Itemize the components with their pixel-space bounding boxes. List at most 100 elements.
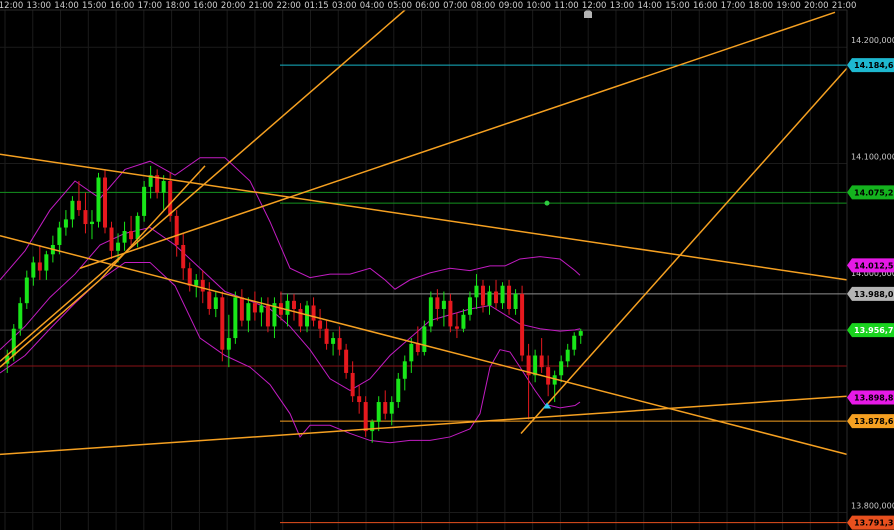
candle-body [239,297,244,321]
price-chart[interactable]: 12:00 13:00 14:00 15:00 16:00 17:00 18:00 16:00… [0,0,894,530]
candle-body [122,231,127,243]
candle-body [233,297,238,339]
candle-body [246,303,251,321]
candle-body [76,200,81,211]
candle-body [415,343,420,353]
price-tag[interactable]: 14.075,236 [847,185,894,200]
price-tag-label: 13.988,010 [854,290,894,299]
candle-body [376,402,381,422]
candle-body [57,227,62,245]
candle-body [363,402,368,432]
candle-body [324,328,329,344]
candle-body [428,297,433,327]
candle-body [494,291,499,304]
candle-body [572,335,577,350]
price-tag[interactable]: 14.184,640 [847,58,894,73]
candle-body [546,367,551,385]
price-tag-label: 14.075,236 [854,188,894,197]
candle-body [109,227,114,251]
candle [363,396,368,437]
candle-body [357,396,362,403]
candle-body [539,355,544,368]
candle-body [461,314,466,329]
candle-body [383,402,388,414]
candle-body [311,305,316,321]
candle-body [70,200,75,220]
signal-dot-icon [544,200,550,206]
candle-body [441,300,446,309]
candle-body [559,361,564,376]
candle-body [344,349,349,373]
candle-body [292,300,296,309]
candle-body [174,215,179,245]
candle-body [18,303,23,329]
candle [103,169,108,234]
candle-body [207,291,212,309]
candle-body [480,285,485,306]
candle-body [578,331,583,336]
price-tag-label: 14.184,640 [854,61,894,70]
price-tag-label: 13.878,600 [854,417,894,426]
price-tag-label: 13.956,780 [854,326,894,335]
price-tag[interactable]: 13.898,877 [847,390,894,405]
candle-body [422,326,427,353]
candle-body [259,305,264,313]
time-axis: 12:00 13:00 14:00 15:00 16:00 17:00 18:00 16:00… [0,1,856,11]
candle [96,172,101,228]
candle-body [350,372,355,397]
candle-body [285,300,290,315]
candle-body [89,221,94,225]
candle-body [454,326,459,329]
candle-body [161,181,166,193]
price-tag-label: 13.898,877 [854,394,894,403]
candle-body [213,297,218,309]
price-tag-label: 14.012,50 [854,261,894,270]
candle-body [135,215,140,240]
candle-body [187,268,192,286]
price-tick-label: 13.800,000 [851,502,894,511]
candle-body [474,285,479,298]
price-tag[interactable]: 13.988,010 [847,286,894,301]
candle-body [435,297,440,309]
candle-body [200,279,205,292]
price-tag[interactable]: 13.791,380 [847,515,894,530]
candle-body [500,285,505,304]
candle-body [265,305,270,327]
candle-body [487,291,492,306]
candle-body [181,244,186,269]
candle-body [507,285,512,309]
price-tick-label: 14.200,000 [851,36,894,45]
candle-body [63,219,68,228]
candle-body [409,343,414,362]
candle [142,181,147,222]
candle-body [402,361,407,379]
candle-body [220,297,225,350]
candle-body [226,338,231,350]
candle-body [298,308,303,327]
candle-body [37,262,42,271]
price-tick-label: 14.100,000 [851,153,894,162]
candle [428,291,433,333]
price-tag[interactable]: 14.012,50 [847,258,894,273]
price-tag[interactable]: 13.878,600 [847,414,894,429]
candle-body [331,338,336,344]
candle-body [168,181,173,216]
candle-body [370,421,375,432]
candle-body [513,293,518,309]
price-tag[interactable]: 13.956,780 [847,323,894,338]
candle [233,291,238,344]
candle-body [396,378,401,403]
candle-body [44,254,49,271]
candle-body [565,349,570,362]
candle-body [116,242,121,251]
candle-body [83,210,88,225]
candle-body [318,320,323,329]
candle-body [96,177,101,222]
candle-body [129,231,134,240]
candle-body [389,402,394,414]
candle [520,285,525,362]
candle-body [24,277,29,304]
candle-body [252,303,257,313]
chart-background [0,0,894,530]
candle-body [337,338,342,350]
